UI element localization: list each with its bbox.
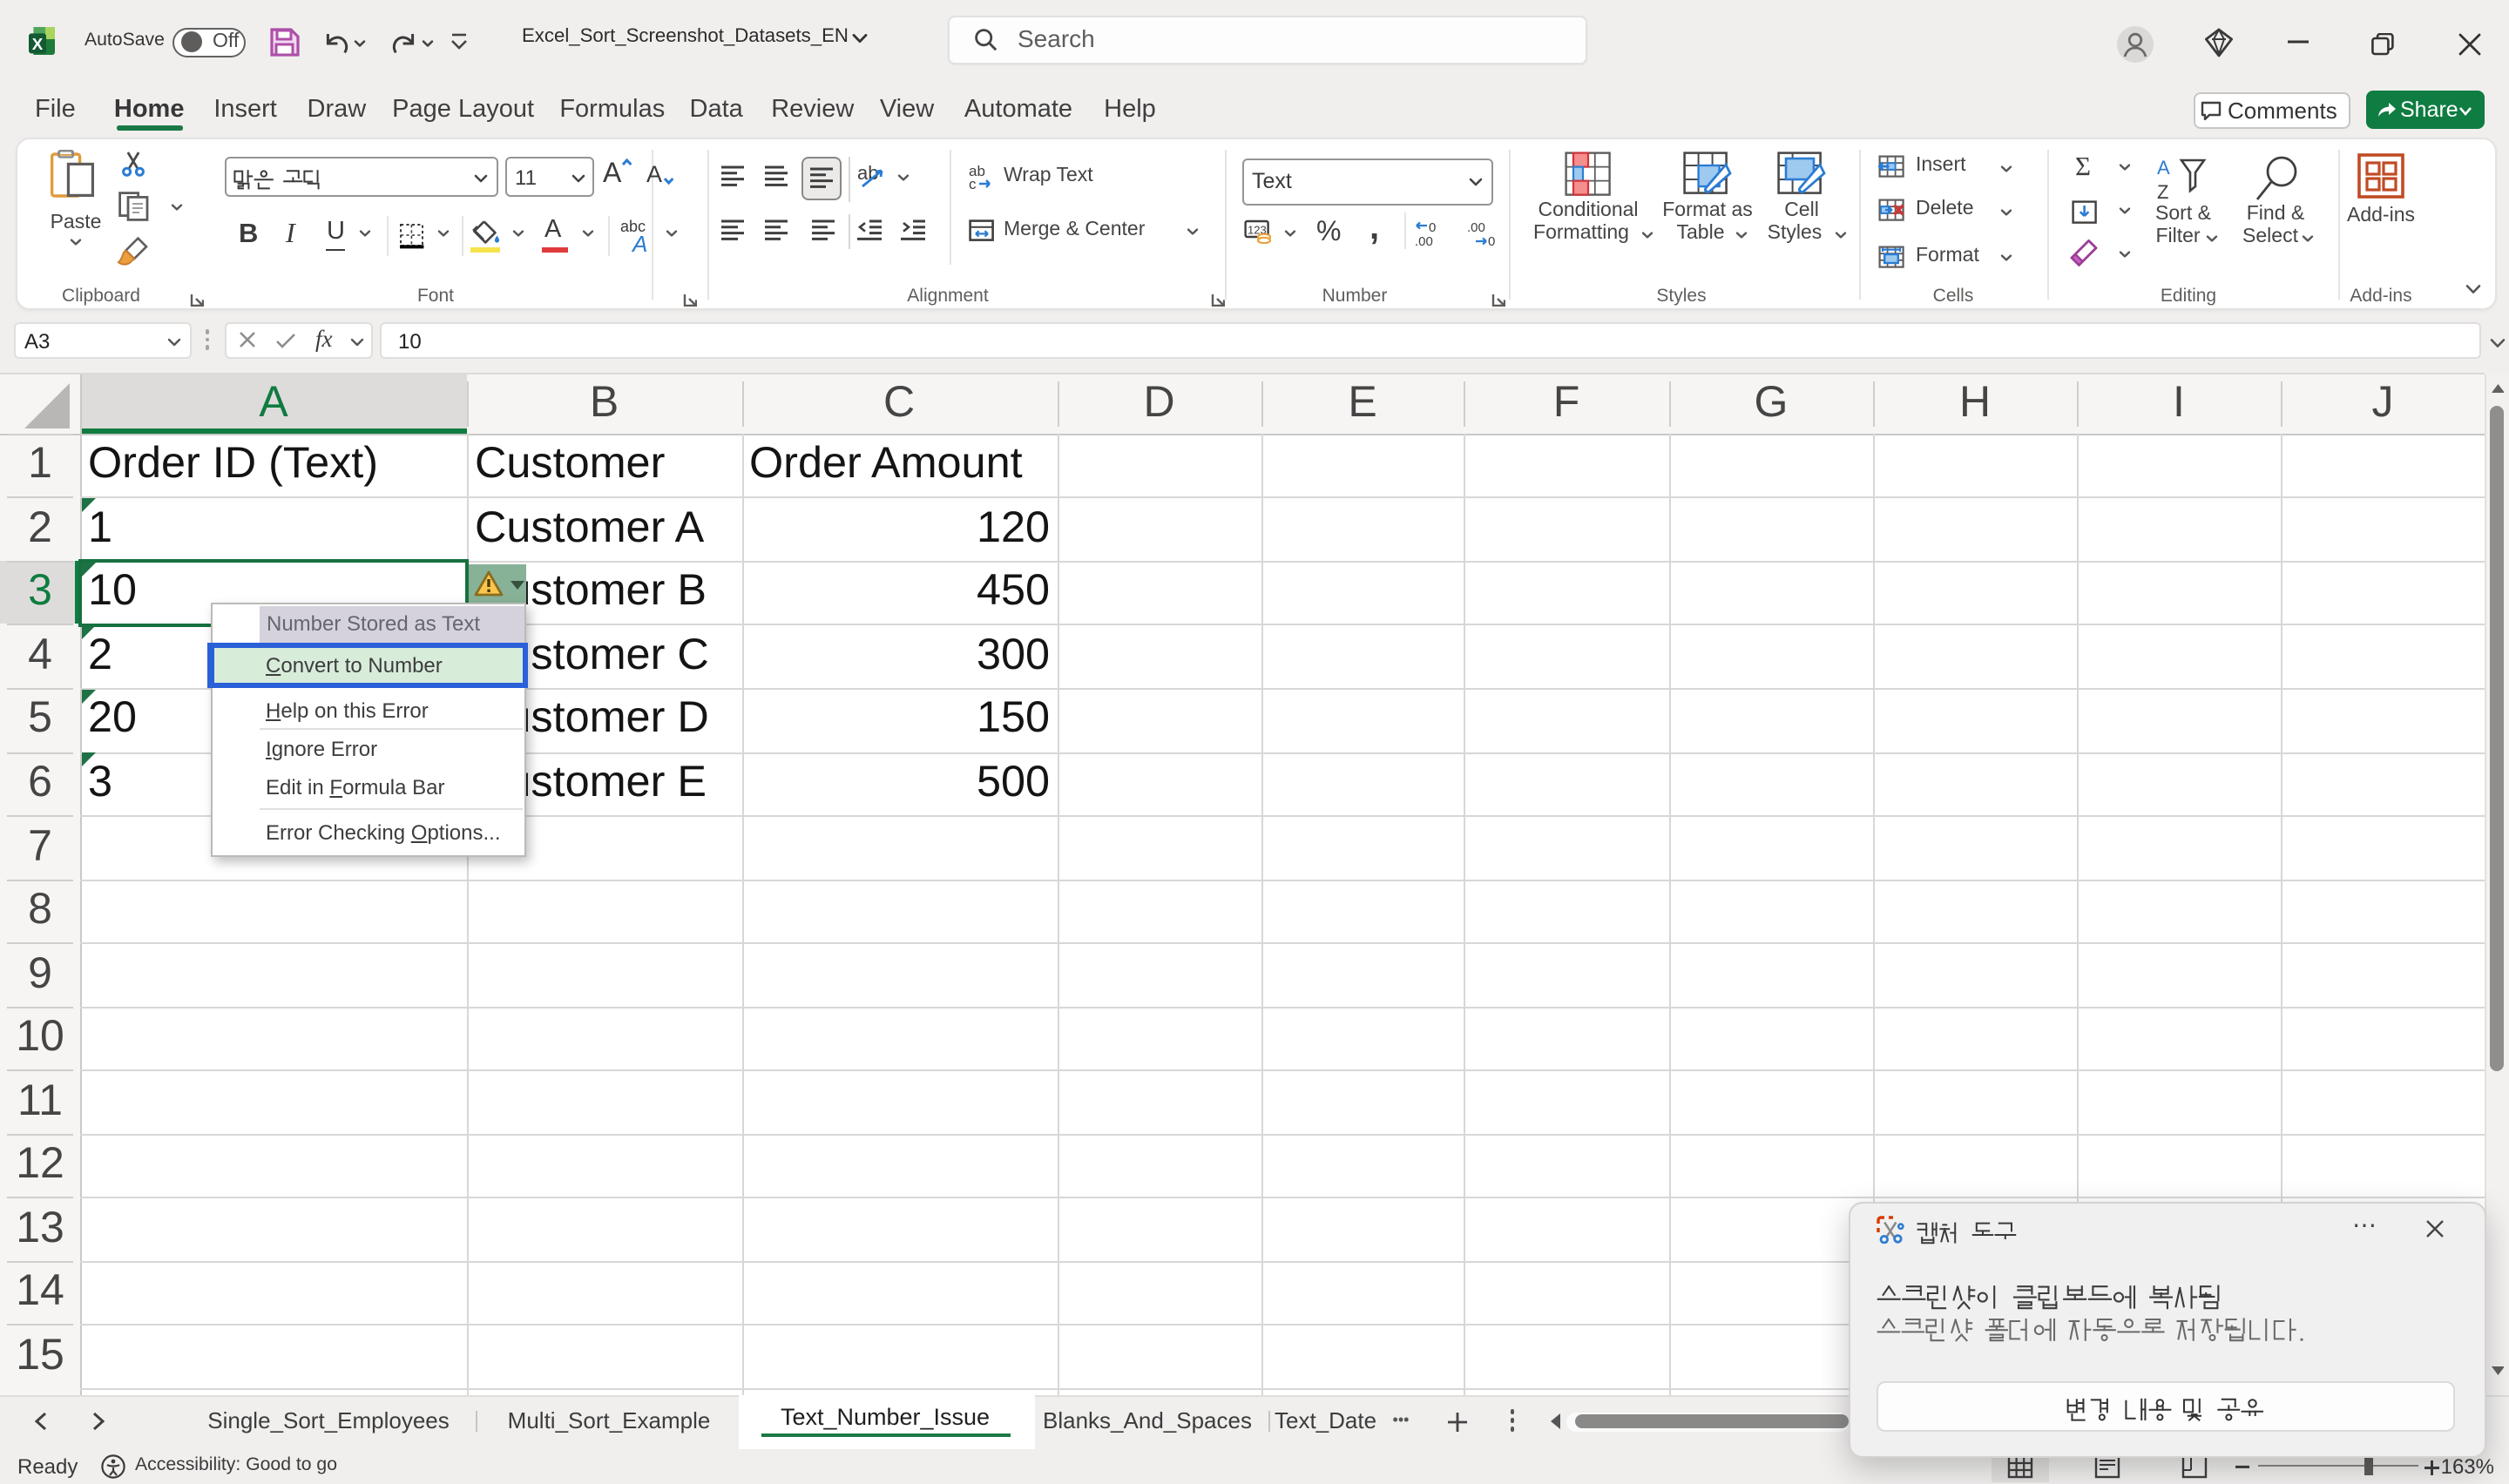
svg-text:A: A bbox=[631, 231, 647, 254]
svg-text:A: A bbox=[2157, 157, 2170, 179]
svg-text:.00: .00 bbox=[1467, 219, 1485, 234]
svg-text:A: A bbox=[603, 157, 622, 186]
svg-text:.00: .00 bbox=[1415, 233, 1433, 246]
svg-text:0: 0 bbox=[1429, 219, 1436, 234]
svg-text:0: 0 bbox=[1488, 233, 1495, 246]
svg-text:A: A bbox=[646, 161, 661, 186]
svg-text:Z: Z bbox=[2157, 181, 2168, 203]
svg-text:X: X bbox=[32, 35, 44, 53]
svg-text:c: c bbox=[969, 176, 977, 190]
svg-text:Σ: Σ bbox=[2075, 152, 2091, 178]
